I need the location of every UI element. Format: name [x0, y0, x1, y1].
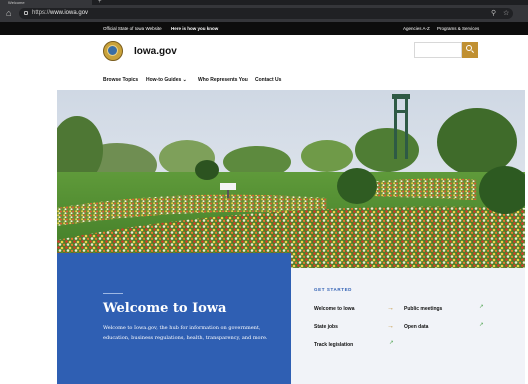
- star-icon[interactable]: ☆: [503, 8, 509, 19]
- chevron-down-icon: ⌄: [182, 77, 187, 83]
- home-icon[interactable]: ⌂: [6, 8, 11, 19]
- programs-services-link[interactable]: Programs & Services: [437, 22, 479, 35]
- official-site-text: Official State of Iowa Website: [103, 26, 162, 31]
- link-welcome-to-iowa[interactable]: Welcome to Iowa: [314, 305, 354, 313]
- search-button[interactable]: [462, 42, 478, 58]
- magnifier-handle: [470, 50, 475, 54]
- hero-photo: [57, 90, 525, 268]
- nav-contact-us[interactable]: Contact Us: [255, 76, 281, 84]
- arrow-right-icon: →: [387, 305, 394, 312]
- welcome-description: Welcome to Iowa.gov, the hub for informa…: [103, 325, 268, 341]
- iowa-seal-logo[interactable]: [103, 41, 123, 61]
- external-link-icon: ↗: [479, 322, 484, 328]
- nav-how-to-guides[interactable]: How-to Guides ⌄: [146, 76, 187, 84]
- welcome-title: Welcome to Iowa: [103, 301, 227, 316]
- external-link-icon: ↗: [479, 304, 484, 310]
- search-input[interactable]: [414, 42, 462, 58]
- link-state-jobs[interactable]: State jobs: [314, 323, 338, 331]
- search-icon[interactable]: ⚲: [491, 8, 496, 19]
- url-scheme: https://: [32, 10, 51, 16]
- address-bar[interactable]: https://www.iowa.gov ⚲ ☆: [19, 8, 513, 19]
- utility-bar: Official State of Iowa Website Here is h…: [0, 22, 528, 35]
- welcome-divider: [103, 293, 123, 294]
- agencies-link[interactable]: Agencies A-Z: [403, 22, 430, 35]
- site-name[interactable]: Iowa.gov: [134, 46, 177, 58]
- link-open-data[interactable]: Open data: [404, 323, 428, 331]
- link-public-meetings[interactable]: Public meetings: [404, 305, 442, 313]
- nav-who-represents-you[interactable]: Who Represents You: [198, 76, 248, 84]
- lock-icon: [24, 11, 28, 15]
- browser-toolbar: ⌂ https://www.iowa.gov ⚲ ☆: [0, 5, 528, 22]
- how-you-know-link[interactable]: Here is how you know: [171, 22, 218, 35]
- link-track-legislation[interactable]: Track legislation: [314, 341, 353, 349]
- get-started-heading: GET STARTED: [314, 287, 353, 292]
- welcome-card: Welcome to Iowa Welcome to Iowa.gov, the…: [57, 253, 291, 384]
- get-started-panel: GET STARTED Welcome to Iowa → Public mee…: [291, 268, 525, 384]
- seal-emblem: [107, 45, 118, 56]
- url-host: www.iowa.gov: [50, 10, 89, 16]
- external-link-icon: ↗: [389, 340, 394, 346]
- nav-how-to-label: How-to Guides: [146, 77, 182, 83]
- url-text: https://www.iowa.gov: [32, 8, 88, 19]
- nav-browse-topics[interactable]: Browse Topics: [103, 76, 138, 84]
- arrow-right-icon: →: [387, 323, 394, 330]
